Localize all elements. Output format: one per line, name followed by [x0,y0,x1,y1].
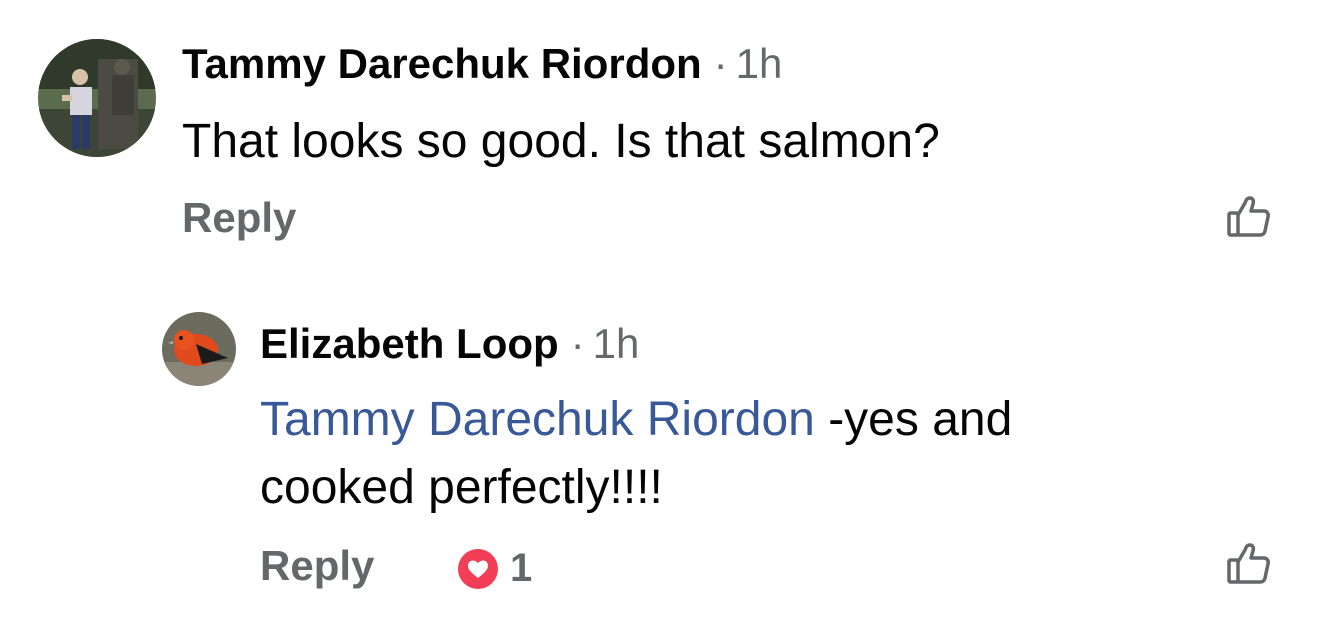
timestamp[interactable]: 1h [736,40,783,88]
avatar[interactable] [162,312,236,386]
avatar-photo [162,312,236,386]
author-name[interactable]: Tammy Darechuk Riordon [182,40,702,88]
separator-dot: · [570,320,585,367]
reaction-summary[interactable]: 1 [458,546,532,591]
comment-line-2: cooked perfectly!!!! [260,461,663,514]
avatar[interactable] [38,39,156,157]
comment-header: Elizabeth Loop · 1h [260,320,639,368]
comment-header: Tammy Darechuk Riordon · 1h [182,40,782,88]
timestamp[interactable]: 1h [593,320,640,368]
reaction-count: 1 [510,546,533,590]
thumbs-up-icon[interactable] [1225,193,1273,241]
reply-button[interactable]: Reply [260,542,374,590]
mention-link[interactable]: Tammy Darechuk Riordon [260,393,815,446]
comment-body: That looks so good. Is that salmon? [182,115,940,168]
comment-line-1: Tammy Darechuk Riordon -yes and [260,386,1260,454]
heart-reaction-icon [458,548,498,589]
comment-body: -yes and [814,393,1013,446]
thumbs-up-icon[interactable] [1225,540,1273,588]
reply-button[interactable]: Reply [182,194,296,242]
author-name[interactable]: Elizabeth Loop [260,320,559,368]
comment-thread: Tammy Darechuk Riordon · 1h That looks s… [0,0,1320,637]
avatar-photo [38,39,156,157]
comment-text: Tammy Darechuk Riordon -yes and cooked p… [260,386,1260,522]
comment-text: That looks so good. Is that salmon? [182,108,940,176]
separator-dot: · [713,40,728,87]
